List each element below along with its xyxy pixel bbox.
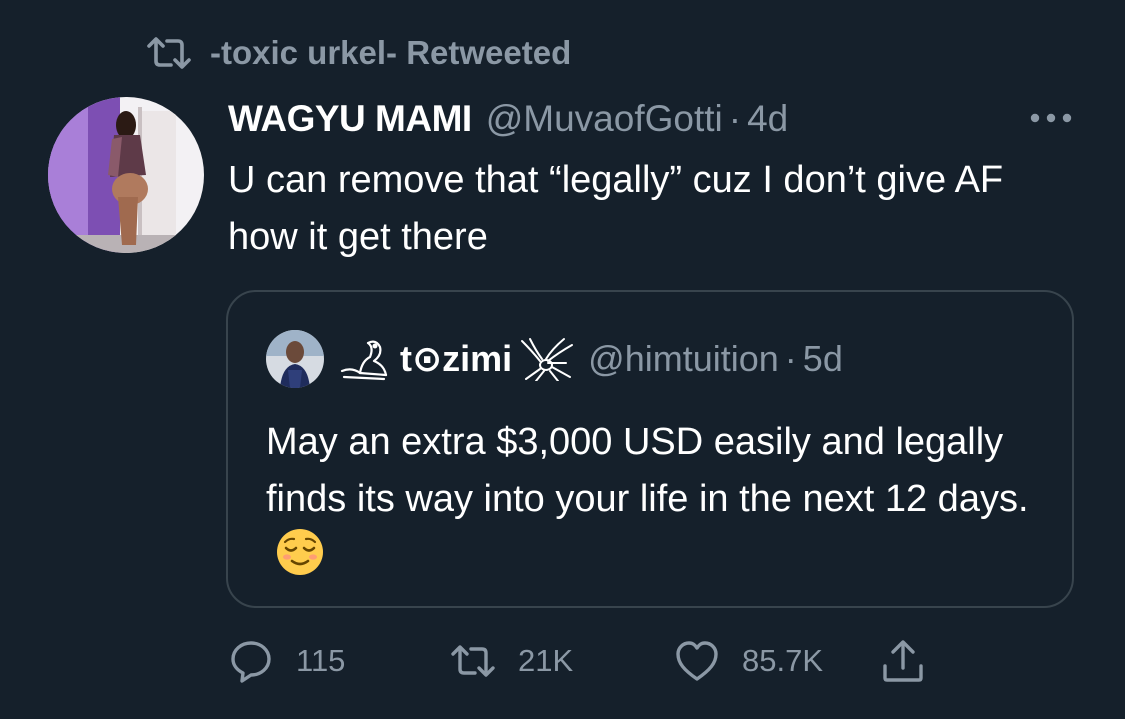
reply-bubble-icon <box>231 641 271 683</box>
avatar-image <box>48 97 204 253</box>
heart-icon <box>676 641 718 681</box>
retweeted-by-label: -toxic urkel- Retweeted <box>210 34 572 71</box>
mosquito-drawing-icon <box>521 338 574 381</box>
quoted-avatar[interactable] <box>266 330 324 388</box>
more-dots-icon[interactable] <box>1028 108 1074 128</box>
tweet-timestamp[interactable]: 4d <box>747 98 788 140</box>
tweet-text: U can remove that “legally” cuz I don’t … <box>228 159 1004 258</box>
quoted-avatar-image <box>266 330 324 388</box>
retweet-icon <box>451 645 495 677</box>
quoted-user-handle[interactable]: @himtuition <box>588 338 779 380</box>
relieved-face-emoji <box>277 529 323 575</box>
retweet-button[interactable]: 21K <box>450 634 573 688</box>
quoted-tweet-text: May an extra $3,000 USD easily and legal… <box>266 414 1056 585</box>
swan-drawing-icon <box>340 340 388 381</box>
quoted-display-name[interactable]: t⊙zimi <box>400 338 512 380</box>
retweet-count: 21K <box>518 643 574 678</box>
quoted-tweet-card[interactable]: t⊙zimi @himtuition · 5d May an extra $3,… <box>226 290 1074 608</box>
share-icon <box>883 640 923 682</box>
tweet-header: WAGYU MAMI @MuvaofGotti · 4d <box>228 96 788 142</box>
like-count: 85.7K <box>742 643 824 678</box>
quoted-timestamp[interactable]: 5d <box>803 338 843 380</box>
quoted-text-content: May an extra $3,000 USD easily and legal… <box>266 421 1029 520</box>
quoted-header: t⊙zimi @himtuition · 5d <box>338 336 843 382</box>
reply-button[interactable]: 115 <box>228 634 345 688</box>
tweet-actions-bar: 115 21K 85.7K <box>228 634 988 688</box>
retweet-icon <box>147 37 191 69</box>
avatar[interactable] <box>48 97 204 253</box>
share-button[interactable] <box>880 634 948 688</box>
retweet-context[interactable]: -toxic urkel- Retweeted <box>146 32 571 74</box>
display-name[interactable]: WAGYU MAMI <box>228 98 472 140</box>
user-handle[interactable]: @MuvaofGotti <box>486 98 723 140</box>
quoted-header-separator: · <box>784 338 797 379</box>
header-separator: · <box>728 98 742 139</box>
like-button[interactable]: 85.7K <box>674 634 823 688</box>
reply-count: 115 <box>296 643 346 678</box>
